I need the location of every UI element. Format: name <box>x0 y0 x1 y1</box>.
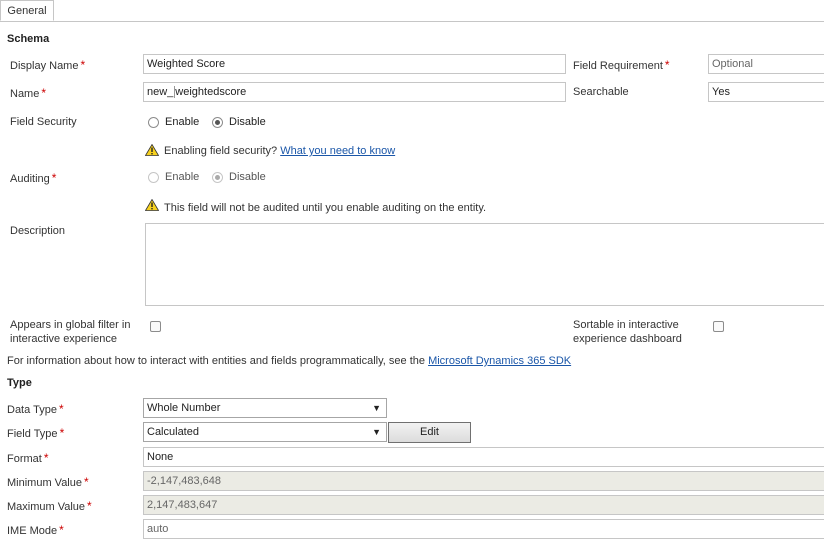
description-label: Description <box>10 225 66 237</box>
name-prefix: new_ <box>147 86 176 98</box>
field-security-disable-radio[interactable] <box>212 116 223 128</box>
required-marker: * <box>87 499 92 513</box>
auditing-enable-option[interactable]: Enable <box>148 171 199 183</box>
field-security-warning-text: Enabling field security? <box>164 145 278 157</box>
searchable-label: Searchable <box>573 86 629 98</box>
field-type-value: Calculated <box>147 426 199 438</box>
required-marker: * <box>43 451 49 465</box>
auditing-disable-label: Disable <box>229 171 266 184</box>
name-input[interactable]: new_ weightedscore <box>143 82 566 102</box>
required-marker: * <box>59 523 64 537</box>
tab-general[interactable]: General <box>0 0 54 21</box>
field-requirement-select[interactable]: Optional <box>708 54 824 74</box>
dynamics-sdk-link[interactable]: Microsoft Dynamics 365 SDK <box>428 355 571 367</box>
warning-icon <box>145 199 159 211</box>
format-select[interactable]: None <box>143 447 824 467</box>
data-type-label: Data Type * <box>7 402 64 416</box>
edit-button[interactable]: Edit <box>388 422 471 443</box>
field-security-disable-label: Disable <box>229 116 266 129</box>
required-marker: * <box>58 402 64 416</box>
ime-mode-label: IME Mode * <box>7 523 64 537</box>
required-marker: * <box>80 58 86 72</box>
format-label: Format * <box>7 451 49 465</box>
required-marker: * <box>664 58 670 72</box>
name-label: Name * <box>10 86 47 100</box>
maximum-value-label: Maximum Value * <box>7 499 92 513</box>
field-security-enable-label: Enable <box>165 116 200 129</box>
auditing-disable-option[interactable]: Disable <box>212 171 266 183</box>
field-security-disable-option[interactable]: Disable <box>212 116 266 128</box>
required-marker: * <box>41 86 47 100</box>
minimum-value-label: Minimum Value * <box>7 475 89 489</box>
required-marker: * <box>84 475 89 489</box>
maximum-value-input[interactable]: 2,147,483,647 <box>143 495 824 515</box>
type-section-title: Type <box>7 377 32 389</box>
searchable-select[interactable]: Yes <box>708 82 824 102</box>
auditing-warning-text: This field will not be audited until you… <box>164 202 487 214</box>
required-marker: * <box>59 426 65 440</box>
sortable-checkbox[interactable] <box>713 321 724 332</box>
schema-section-title: Schema <box>7 33 50 45</box>
data-type-value: Whole Number <box>147 402 221 414</box>
chevron-down-icon: ▼ <box>372 427 381 437</box>
field-requirement-label: Field Requirement * <box>573 58 670 72</box>
auditing-enable-radio[interactable] <box>148 171 159 183</box>
field-security-enable-radio[interactable] <box>148 116 159 128</box>
sdk-info-text: For information about how to interact wi… <box>7 355 425 367</box>
display-name-input[interactable]: Weighted Score <box>143 54 566 74</box>
field-type-select[interactable]: Calculated ▼ <box>143 422 387 442</box>
global-filter-checkbox[interactable] <box>150 321 161 332</box>
data-type-select[interactable]: Whole Number ▼ <box>143 398 387 418</box>
sortable-label: Sortable in interactive experience dashbo… <box>573 319 682 345</box>
required-marker: * <box>51 171 57 185</box>
field-security-enable-option[interactable]: Enable <box>148 116 199 128</box>
description-textarea[interactable] <box>145 223 824 306</box>
field-security-warning: Enabling field security? What you need t… <box>164 145 395 157</box>
display-name-label: Display Name * <box>10 58 86 72</box>
sdk-info: For information about how to interact wi… <box>7 355 571 367</box>
ime-mode-select[interactable]: auto <box>143 519 824 539</box>
auditing-disable-radio[interactable] <box>212 171 223 183</box>
field-type-label: Field Type * <box>7 426 65 440</box>
tab-bar <box>0 0 824 22</box>
field-security-label: Field Security <box>10 116 77 128</box>
minimum-value-input[interactable]: -2,147,483,648 <box>143 471 824 491</box>
chevron-down-icon: ▼ <box>372 403 381 413</box>
auditing-label: Auditing * <box>10 171 57 185</box>
auditing-enable-label: Enable <box>165 171 200 184</box>
what-you-need-to-know-link[interactable]: What you need to know <box>280 145 395 157</box>
global-filter-label: Appears in global filter in interactive e… <box>10 319 131 345</box>
warning-icon <box>145 144 159 156</box>
name-value: weightedscore <box>175 86 247 98</box>
